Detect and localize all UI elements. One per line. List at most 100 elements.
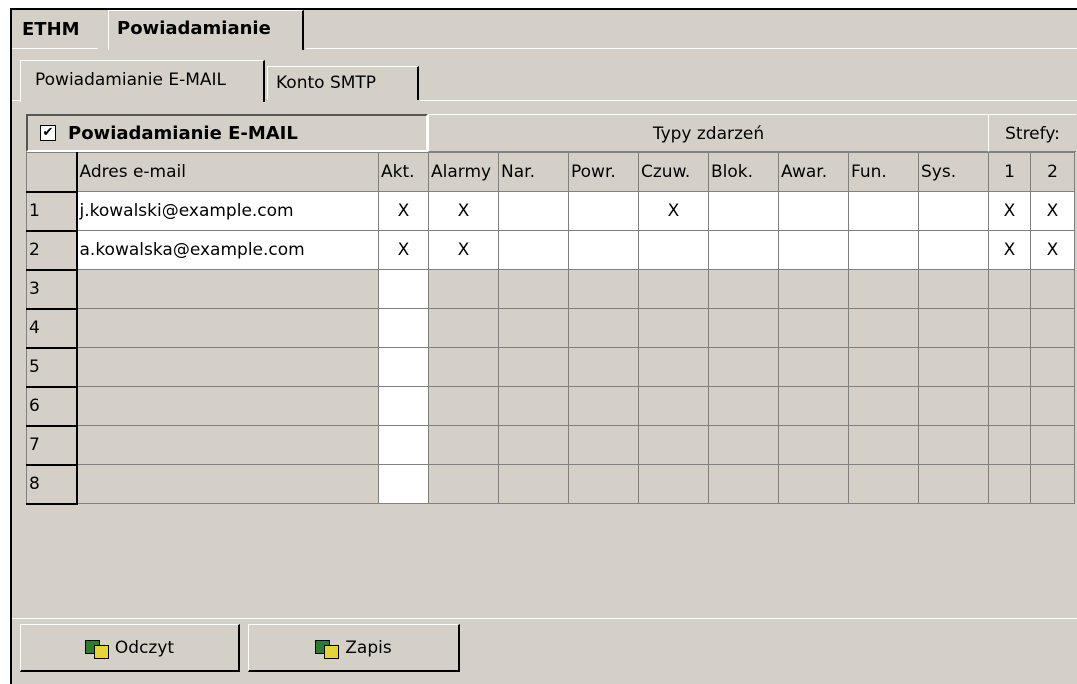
zone-2-cell[interactable] [1030,464,1075,504]
blok-cell[interactable] [708,425,779,465]
zone-1-cell[interactable] [988,386,1031,426]
powr-cell[interactable] [568,425,639,465]
sys-cell[interactable] [918,347,989,387]
email-cell[interactable]: a.kowalska@example.com [76,230,379,270]
awar-cell[interactable] [778,308,849,348]
active-cell[interactable] [378,269,429,309]
nar-cell[interactable] [498,464,569,504]
alarms-cell[interactable] [428,386,499,426]
awar-cell[interactable] [778,464,849,504]
blok-cell[interactable] [708,386,779,426]
table-row[interactable]: 1 j.kowalski@example.com X X X X X [26,191,1075,232]
fun-cell[interactable] [848,425,919,465]
table-row[interactable]: 7 [26,425,1075,466]
awar-cell[interactable] [778,191,849,231]
czuw-cell[interactable]: X [638,191,709,231]
czuw-cell[interactable] [638,425,709,465]
blok-cell[interactable] [708,464,779,504]
zone-2-cell[interactable]: X [1030,230,1075,270]
active-cell[interactable] [378,386,429,426]
fun-cell[interactable] [848,386,919,426]
blok-cell[interactable] [708,230,779,270]
zone-1-cell[interactable] [988,269,1031,309]
zone-2-cell[interactable] [1030,347,1075,387]
table-row[interactable]: 6 [26,386,1075,427]
alarms-cell[interactable] [428,347,499,387]
email-cell[interactable] [76,464,379,504]
powr-cell[interactable] [568,191,639,231]
email-cell[interactable] [76,269,379,309]
blok-cell[interactable] [708,269,779,309]
blok-cell[interactable] [708,347,779,387]
czuw-cell[interactable] [638,386,709,426]
fun-cell[interactable] [848,230,919,270]
blok-cell[interactable] [708,308,779,348]
alarms-cell[interactable] [428,308,499,348]
czuw-cell[interactable] [638,269,709,309]
powr-cell[interactable] [568,230,639,270]
fun-cell[interactable] [848,464,919,504]
alarms-cell[interactable]: X [428,191,499,231]
email-cell[interactable] [76,425,379,465]
nar-cell[interactable] [498,191,569,231]
sys-cell[interactable] [918,386,989,426]
zone-1-cell[interactable]: X [988,230,1031,270]
tab-email-notification[interactable]: Powiadamianie E-MAIL [20,60,265,102]
zone-2-cell[interactable]: X [1030,191,1075,231]
email-notification-checkbox[interactable]: ✔ [40,125,56,141]
fun-cell[interactable] [848,191,919,231]
nar-cell[interactable] [498,269,569,309]
nar-cell[interactable] [498,347,569,387]
table-row[interactable]: 8 [26,464,1075,505]
awar-cell[interactable] [778,230,849,270]
tab-smtp-account[interactable]: Konto SMTP [267,66,419,100]
write-button[interactable]: Zapis [248,624,460,672]
powr-cell[interactable] [568,347,639,387]
powr-cell[interactable] [568,308,639,348]
zone-1-cell[interactable] [988,347,1031,387]
read-button[interactable]: Odczyt [20,624,240,672]
email-cell[interactable] [76,386,379,426]
sys-cell[interactable] [918,308,989,348]
table-row[interactable]: 4 [26,308,1075,349]
nar-cell[interactable] [498,386,569,426]
alarms-cell[interactable]: X [428,230,499,270]
table-row[interactable]: 3 [26,269,1075,310]
zone-2-cell[interactable] [1030,425,1075,465]
powr-cell[interactable] [568,269,639,309]
zone-2-cell[interactable] [1030,308,1075,348]
awar-cell[interactable] [778,386,849,426]
active-cell[interactable]: X [378,230,429,270]
nar-cell[interactable] [498,308,569,348]
alarms-cell[interactable] [428,425,499,465]
nar-cell[interactable] [498,425,569,465]
tab-ethm[interactable]: ETHM [14,14,102,46]
active-cell[interactable] [378,464,429,504]
active-cell[interactable]: X [378,191,429,231]
sys-cell[interactable] [918,425,989,465]
zone-1-cell[interactable] [988,425,1031,465]
sys-cell[interactable] [918,464,989,504]
email-cell[interactable]: j.kowalski@example.com [76,191,379,231]
zone-1-cell[interactable] [988,464,1031,504]
powr-cell[interactable] [568,386,639,426]
zone-2-cell[interactable] [1030,386,1075,426]
fun-cell[interactable] [848,308,919,348]
email-cell[interactable] [76,347,379,387]
awar-cell[interactable] [778,425,849,465]
fun-cell[interactable] [848,347,919,387]
email-cell[interactable] [76,308,379,348]
sys-cell[interactable] [918,191,989,231]
nar-cell[interactable] [498,230,569,270]
fun-cell[interactable] [848,269,919,309]
alarms-cell[interactable] [428,269,499,309]
tab-powiadamianie[interactable]: Powiadamianie [108,10,304,50]
awar-cell[interactable] [778,347,849,387]
active-cell[interactable] [378,308,429,348]
zone-1-cell[interactable]: X [988,191,1031,231]
awar-cell[interactable] [778,269,849,309]
sys-cell[interactable] [918,269,989,309]
zone-2-cell[interactable] [1030,269,1075,309]
zone-1-cell[interactable] [988,308,1031,348]
czuw-cell[interactable] [638,230,709,270]
